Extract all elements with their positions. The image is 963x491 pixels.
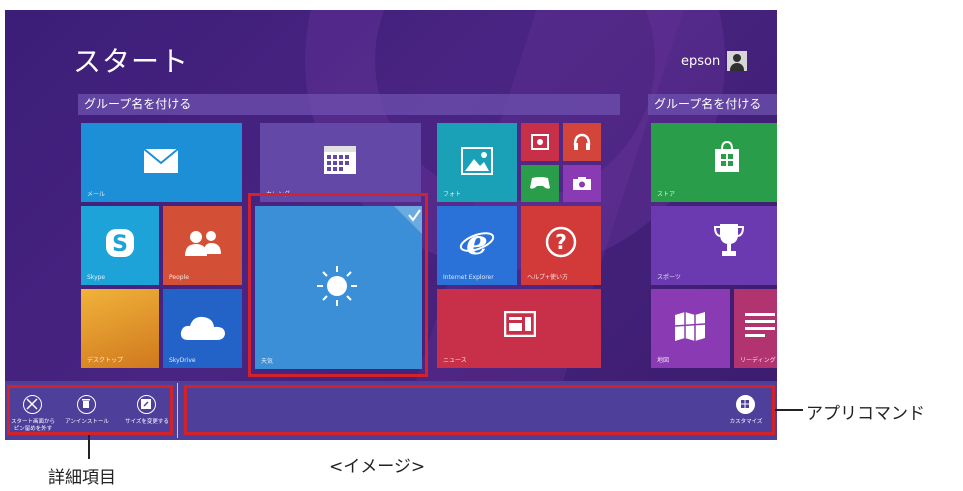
user-account[interactable]: epson [681,51,748,71]
tile-label: フォト [443,191,462,198]
help-icon: ? [545,226,577,258]
tile-desktop[interactable]: デスクトップ [81,289,159,368]
tile-games[interactable] [521,165,559,202]
group-header-2[interactable]: グループ名を付ける [648,94,777,115]
details-leader-line [88,435,90,459]
tile-video[interactable] [521,123,559,161]
tile-news[interactable]: ニュース [437,289,601,368]
tile-store[interactable]: ストア [651,123,777,202]
tile-maps[interactable]: 地図 [651,289,730,368]
user-name: epson [681,53,721,69]
tile-label: Internet Explorer [443,274,494,281]
group-header-1[interactable]: グループ名を付ける [78,94,620,115]
people-icon [185,231,221,256]
tile-calendar[interactable]: カレンダー [260,123,421,202]
svg-text:e: e [466,224,488,260]
selected-tile-highlight [248,193,428,377]
reading-list-icon [745,313,775,337]
tile-label: メール [87,191,106,198]
mail-icon [143,148,179,173]
tile-skype[interactable]: S Skype [81,206,159,285]
tile-people[interactable]: People [163,206,242,285]
details-annotation: 詳細項目 [48,468,116,488]
tile-photos[interactable]: フォト [437,123,517,202]
app-commands-leader-line [775,409,803,411]
start-title: スタート [73,45,190,78]
tile-label: 地図 [657,357,670,364]
tile-music[interactable] [563,123,601,161]
tile-sports[interactable]: スポーツ [651,206,777,285]
avatar-icon [727,51,748,71]
tile-skydrive[interactable]: SkyDrive [163,289,242,368]
details-highlight [7,385,173,435]
tile-label: ヘルプ+使い方 [527,274,569,281]
gamepad-icon [530,177,550,189]
store-icon [715,141,739,172]
camera-icon [573,177,591,190]
internet-explorer-icon: e [459,224,495,260]
cloud-icon [180,316,225,340]
tile-help[interactable]: ? ヘルプ+使い方 [521,206,601,285]
calendar-icon [324,146,356,174]
skype-icon: S [106,229,134,257]
photo-icon [461,147,493,175]
image-caption: <イメージ> [329,457,426,477]
svg-text:?: ? [555,230,567,254]
tile-mail[interactable]: メール [81,123,242,202]
tile-label: デスクトップ [87,357,124,364]
app-commands-highlight [184,385,775,435]
tile-reading-list[interactable]: リーディング [734,289,777,368]
tile-label: リーディング [740,357,776,364]
app-bar-divider [177,383,178,438]
video-icon [531,134,549,150]
svg-text:S: S [112,232,128,257]
map-icon [674,312,706,341]
tile-internet-explorer[interactable]: e Internet Explorer [437,206,517,285]
tile-camera[interactable] [563,165,601,202]
tile-label: People [169,274,189,281]
tile-label: スポーツ [657,274,681,281]
news-icon [504,311,536,337]
tile-label: SkyDrive [169,357,196,364]
tile-label: Skype [87,274,106,281]
app-commands-annotation: アプリコマンド [806,404,925,424]
headphones-icon [573,133,591,150]
tile-label: ニュース [443,357,467,364]
tile-label: ストア [657,191,676,198]
trophy-icon [713,224,745,256]
